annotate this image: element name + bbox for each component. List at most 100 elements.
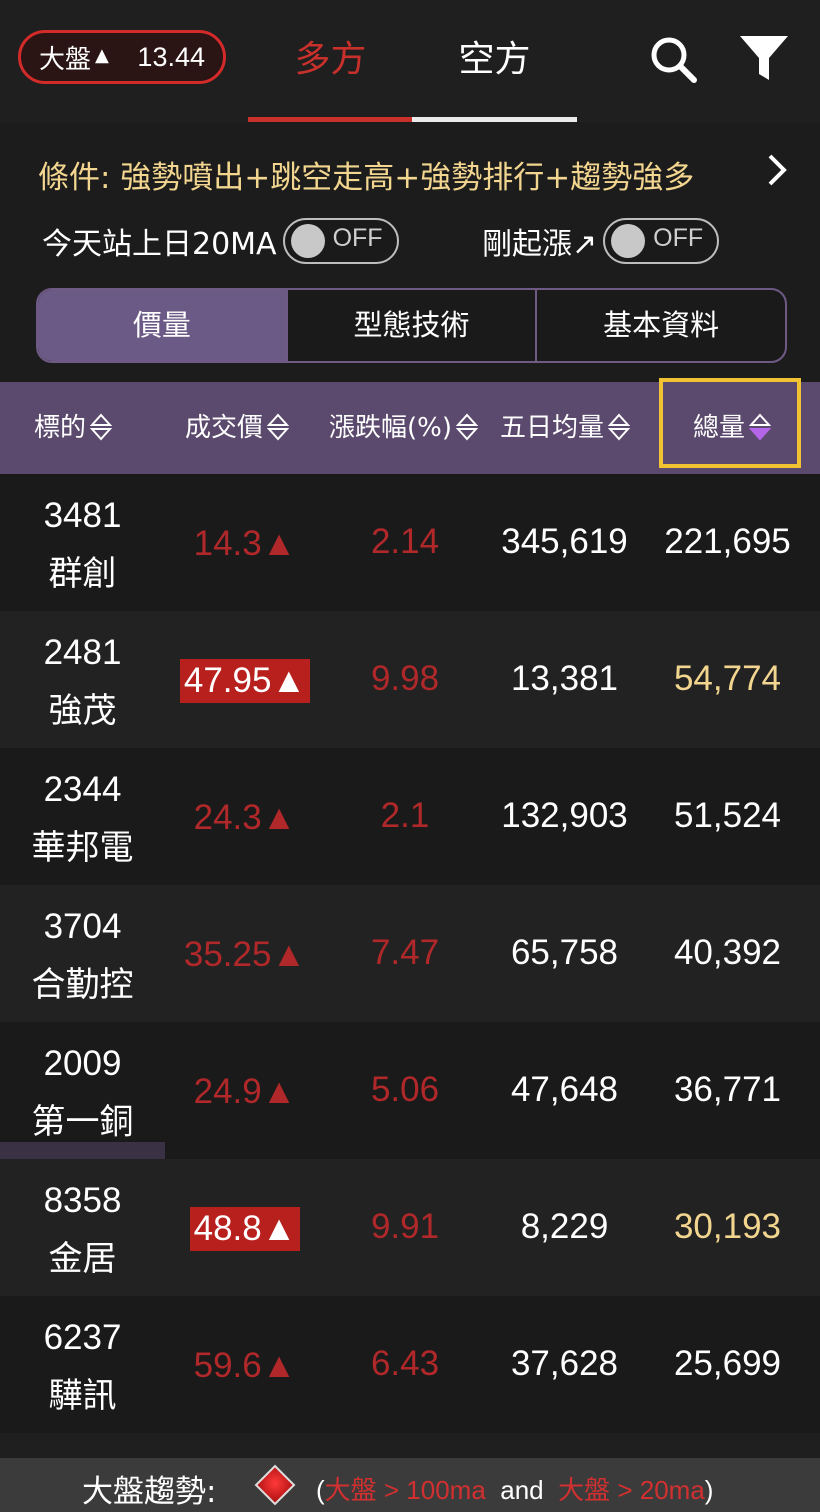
header-price-label: 成交價 — [185, 413, 264, 443]
table-row[interactable]: 2009 第一銅 24.9▲ 5.06 47,648 36,771 — [0, 1022, 820, 1160]
chevron-right-icon[interactable] — [762, 148, 792, 192]
toggle-state: OFF — [653, 224, 704, 252]
stock-name: 驊訊 — [48, 1376, 117, 1416]
header-avg5-label: 五日均量 — [500, 413, 605, 443]
stock-avg5-volume: 13,381 — [510, 659, 619, 698]
stock-price: 24.9▲ — [165, 1070, 325, 1114]
stock-change-pct: 5.06 — [370, 1070, 440, 1109]
stock-code: 2344 — [43, 770, 122, 809]
row-swipe-indicator — [0, 1142, 165, 1160]
stock-total-volume: 51,524 — [673, 796, 782, 835]
table-row[interactable]: 3481 群創 14.3▲ 2.14 345,619 221,695 — [0, 474, 820, 611]
header-price[interactable]: 成交價 — [185, 382, 290, 474]
market-trend-footer: 大盤趨勢: (大盤 > 100ma and 大盤 > 20ma) — [0, 1458, 820, 1512]
table-row[interactable]: 2344 華邦電 24.3▲ 2.1 132,903 51,524 — [0, 748, 820, 885]
toggle-row-rising: 剛起漲↗ OFF — [482, 218, 720, 264]
search-icon[interactable] — [648, 34, 698, 84]
stock-price: 59.6▲ — [165, 1344, 325, 1388]
header-symbol-label: 標的 — [34, 413, 87, 443]
legend-open-paren: ( — [316, 1475, 325, 1505]
legend-cond-20ma: 大盤 > 20ma — [558, 1475, 705, 1505]
stock-code: 8358 — [43, 1181, 122, 1220]
legend-close-paren: ) — [704, 1475, 714, 1505]
stock-name: 強茂 — [48, 691, 117, 731]
legend-and: and — [500, 1475, 544, 1505]
table-row[interactable]: 8358 金居 48.8▲ 9.91 8,229 30,193 — [0, 1159, 820, 1296]
tab-short[interactable]: 空方 — [412, 30, 577, 90]
segment-technical[interactable]: 型態技術 — [285, 290, 538, 361]
category-segmented-control: 價量 型態技術 基本資料 — [36, 288, 787, 363]
stock-change-pct: 9.91 — [370, 1207, 440, 1246]
stock-price: 47.95▲ — [165, 659, 325, 703]
price-value: 24.3▲ — [193, 798, 297, 837]
header-avg5[interactable]: 五日均量 — [500, 382, 631, 474]
stock-change-pct: 9.98 — [370, 659, 440, 698]
stock-total-volume: 54,774 — [673, 659, 782, 698]
sort-icon — [90, 413, 113, 440]
stock-price: 24.3▲ — [165, 796, 325, 840]
market-trend-legend: (大盤 > 100ma and 大盤 > 20ma) — [316, 1470, 713, 1507]
market-trend-label: 大盤趨勢: — [82, 1474, 217, 1510]
sorted-column-highlight — [659, 378, 801, 468]
table-row[interactable]: 3704 合勤控 35.25▲ 7.47 65,758 40,392 — [0, 885, 820, 1022]
stock-price: 48.8▲ — [165, 1207, 325, 1251]
stock-total-volume: 25,699 — [673, 1344, 782, 1383]
market-label: 大盤 — [39, 44, 92, 75]
conditions-text[interactable]: 條件: 強勢噴出+跳空走高+強勢排行+趨勢強多 — [38, 152, 694, 197]
tab-long[interactable]: 多方 — [248, 30, 413, 90]
stock-name: 合勤控 — [31, 965, 134, 1005]
limit-up-price-badge: 47.95▲ — [179, 659, 311, 703]
segment-fundamentals[interactable]: 基本資料 — [537, 290, 785, 361]
stock-price: 35.25▲ — [165, 933, 325, 977]
stock-avg5-volume: 47,648 — [510, 1070, 619, 1109]
price-value: 14.3▲ — [193, 524, 297, 563]
table-row[interactable]: 6237 驊訊 59.6▲ 6.43 37,628 25,699 — [0, 1296, 820, 1433]
market-up-arrow: ▲ — [95, 44, 109, 66]
stock-avg5-volume: 132,903 — [501, 796, 628, 835]
filter-icon[interactable] — [738, 34, 790, 84]
toggle-rising[interactable]: OFF — [603, 218, 720, 264]
stock-price: 14.3▲ — [165, 522, 325, 566]
limit-up-price-badge: 48.8▲ — [189, 1207, 301, 1251]
toggle-rising-label: 剛起漲↗ — [482, 227, 598, 262]
stock-code: 2481 — [43, 633, 122, 672]
toggle-state: OFF — [332, 224, 383, 252]
price-value: 35.25▲ — [183, 935, 307, 974]
table-row[interactable]: 2481 強茂 47.95▲ 9.98 13,381 54,774 — [0, 611, 820, 748]
stock-total-volume: 36,771 — [673, 1070, 782, 1109]
sort-icon — [456, 413, 478, 440]
stock-name: 第一銅 — [31, 1102, 134, 1142]
sort-icon — [267, 413, 290, 440]
stock-code: 3704 — [43, 907, 122, 946]
header-change[interactable]: 漲跌幅(%) — [329, 382, 478, 474]
stock-change-pct: 2.14 — [370, 522, 440, 561]
toggle-20ma[interactable]: OFF — [282, 218, 399, 264]
stock-code: 3481 — [43, 496, 122, 535]
stock-name: 金居 — [48, 1239, 117, 1279]
price-value: 24.9▲ — [193, 1072, 297, 1111]
market-index-pill[interactable]: 大盤 ▲ 13.44 — [18, 30, 226, 84]
stock-avg5-volume: 65,758 — [510, 933, 619, 972]
stock-code: 6237 — [43, 1318, 122, 1357]
segment-price-volume[interactable]: 價量 — [38, 290, 286, 361]
stock-code: 2009 — [43, 1044, 122, 1083]
stock-name: 群創 — [48, 554, 117, 594]
legend-cond-100ma: 大盤 > 100ma — [324, 1475, 486, 1505]
header-symbol[interactable]: 標的 — [34, 382, 113, 474]
toggle-row-20ma: 今天站上日20MA OFF — [42, 218, 399, 264]
price-value: 59.6▲ — [193, 1346, 297, 1385]
stock-avg5-volume: 8,229 — [520, 1207, 609, 1246]
stock-avg5-volume: 37,628 — [510, 1344, 619, 1383]
diamond-icon — [254, 1464, 296, 1506]
toggle-knob — [611, 224, 646, 258]
stock-name: 華邦電 — [31, 828, 134, 868]
stock-change-pct: 2.1 — [380, 796, 430, 835]
stock-change-pct: 6.43 — [370, 1344, 440, 1383]
stock-total-volume: 221,695 — [664, 522, 791, 561]
stock-total-volume: 40,392 — [673, 933, 782, 972]
stock-avg5-volume: 345,619 — [501, 522, 628, 561]
market-value: 13.44 — [137, 41, 205, 72]
stock-total-volume: 30,193 — [673, 1207, 782, 1246]
toggle-20ma-label: 今天站上日20MA — [42, 227, 277, 262]
header-change-label: 漲跌幅(%) — [329, 413, 452, 443]
